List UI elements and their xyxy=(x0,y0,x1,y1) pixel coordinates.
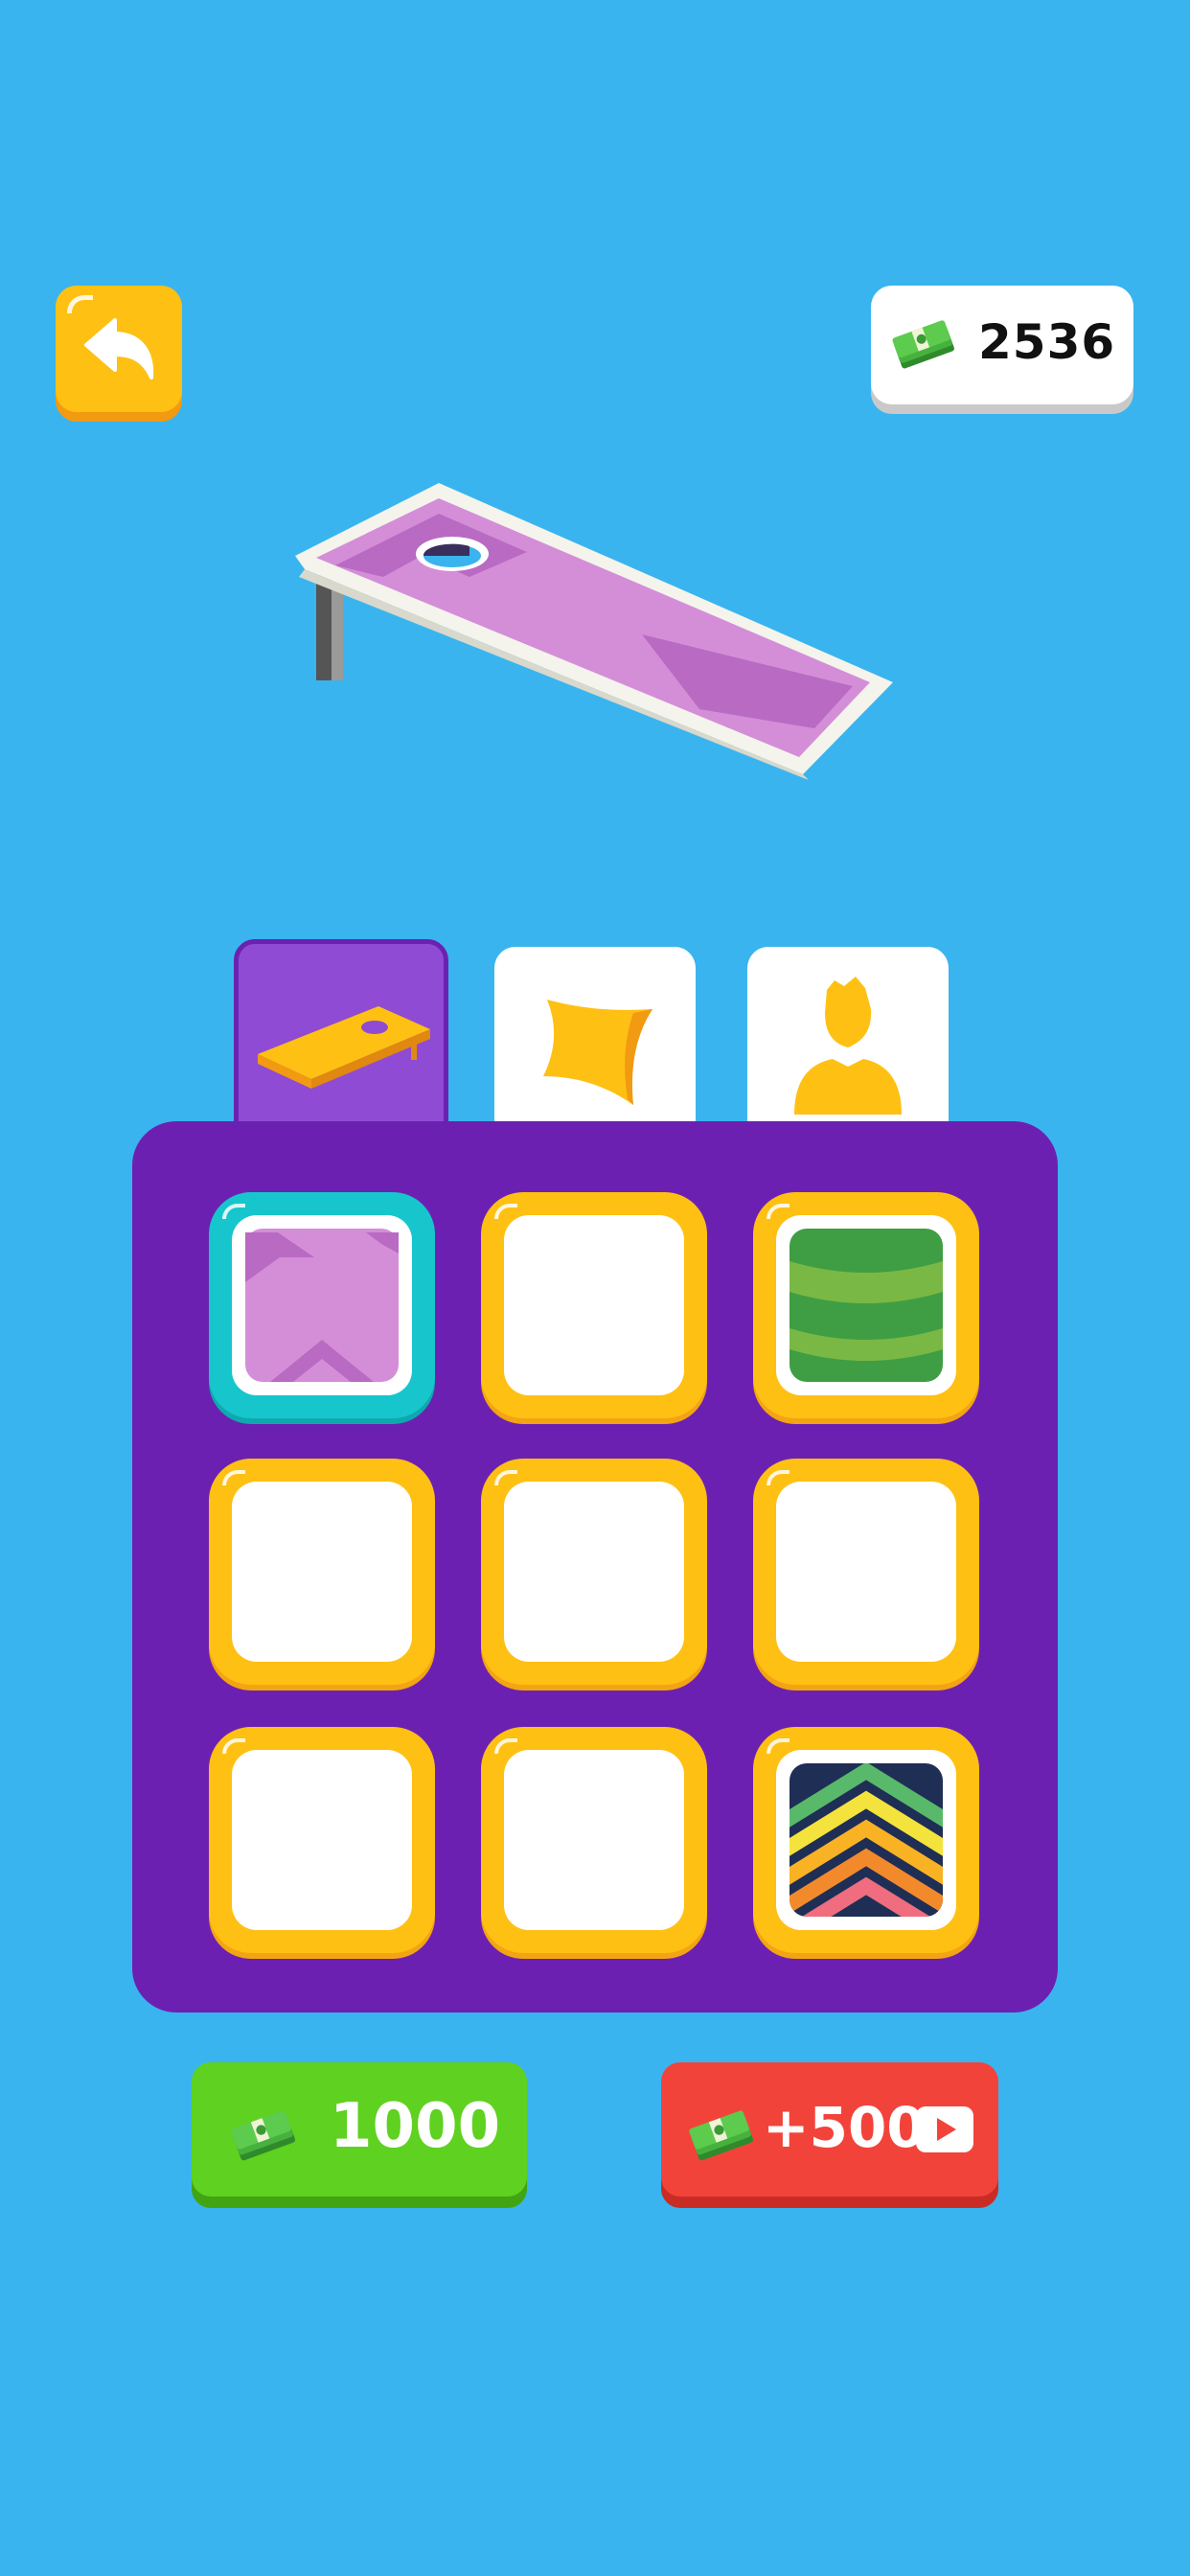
skin-cell-owned[interactable] xyxy=(753,1192,979,1418)
cash-stack-icon xyxy=(689,2110,754,2161)
skin-empty xyxy=(504,1482,684,1662)
tab-boards[interactable] xyxy=(234,939,448,1140)
skin-green-stripes xyxy=(776,1215,956,1395)
skin-grid-panel xyxy=(132,1121,1058,2012)
cornhole-board-preview xyxy=(295,483,893,780)
coin-amount: 2536 xyxy=(978,314,1116,370)
cell-shine xyxy=(494,1470,517,1485)
cornhole-board-icon xyxy=(258,1006,430,1089)
skin-cell-locked[interactable] xyxy=(481,1192,707,1418)
cell-shine xyxy=(767,1470,790,1485)
ad-reward-label: +500 xyxy=(763,2095,926,2160)
skin-cell-selected[interactable] xyxy=(209,1192,435,1418)
skin-cell-locked[interactable] xyxy=(209,1459,435,1685)
buy-random-skin-button[interactable]: 1000 xyxy=(192,2062,527,2196)
skin-purple-chevron xyxy=(232,1215,412,1395)
coin-counter: 2536 xyxy=(871,286,1133,404)
skin-cell-locked[interactable] xyxy=(481,1727,707,1953)
skin-cell-locked[interactable] xyxy=(481,1459,707,1685)
back-button[interactable] xyxy=(56,286,182,412)
skin-cell-locked[interactable] xyxy=(753,1459,979,1685)
cell-shine xyxy=(767,1738,790,1754)
rainbow-chevron-swatch xyxy=(790,1763,943,1917)
cash-stack-icon xyxy=(231,2110,296,2161)
skin-cell-owned[interactable] xyxy=(753,1727,979,1953)
skin-empty xyxy=(232,1482,412,1662)
tab-characters[interactable] xyxy=(747,947,949,1138)
skin-empty xyxy=(232,1750,412,1930)
cell-shine xyxy=(494,1204,517,1219)
back-arrow-icon xyxy=(84,318,154,380)
watch-ad-reward-button[interactable]: +500 xyxy=(661,2062,998,2196)
cell-shine xyxy=(767,1204,790,1219)
cell-shine xyxy=(222,1738,245,1754)
skin-cell-locked[interactable] xyxy=(209,1727,435,1953)
skin-empty xyxy=(504,1750,684,1930)
cell-shine xyxy=(222,1470,245,1485)
purple-chevron-swatch xyxy=(245,1229,399,1382)
green-stripes-swatch xyxy=(790,1229,943,1382)
cell-shine xyxy=(222,1204,245,1219)
tab-bags[interactable] xyxy=(494,947,696,1138)
person-icon xyxy=(794,977,902,1115)
skin-rainbow-chevron xyxy=(776,1750,956,1930)
item-preview xyxy=(278,470,910,799)
video-play-icon xyxy=(916,2106,973,2152)
cash-stack-icon xyxy=(892,320,954,369)
skin-empty xyxy=(776,1482,956,1662)
beanbag-icon xyxy=(543,1000,652,1105)
buy-price-label: 1000 xyxy=(330,2091,501,2162)
cell-shine xyxy=(494,1738,517,1754)
skin-empty xyxy=(504,1215,684,1395)
